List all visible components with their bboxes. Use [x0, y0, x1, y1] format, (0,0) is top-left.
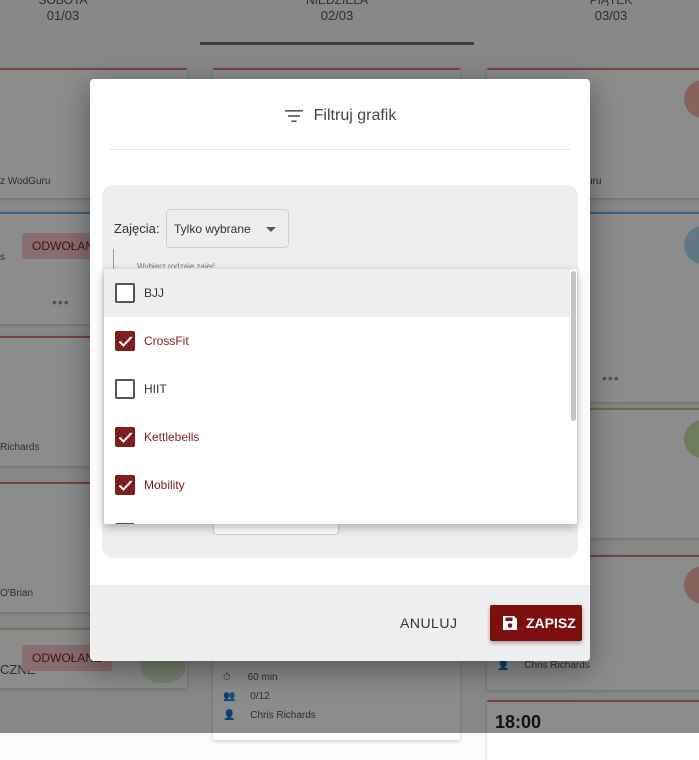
option-crossfit[interactable]: CrossFit	[104, 317, 570, 365]
classes-select-value: Tylko wybrane	[174, 222, 251, 236]
checkbox-checked-icon	[115, 427, 135, 447]
checkbox-icon	[115, 523, 135, 524]
title-divider	[110, 149, 570, 150]
cancel-button[interactable]: ANULUJ	[400, 615, 457, 631]
checkbox-icon	[115, 379, 135, 399]
option-label: BJJ	[144, 286, 165, 300]
dialog-title: Filtruj grafik	[90, 107, 590, 125]
field-indicator	[113, 249, 114, 269]
save-button-label: ZAPISZ	[526, 615, 576, 631]
option-bjj[interactable]: BJJ	[104, 269, 570, 317]
save-icon	[503, 616, 517, 630]
option-hiit[interactable]: HIIT	[104, 365, 570, 413]
save-button[interactable]: ZAPISZ	[490, 605, 582, 641]
option-kettlebells[interactable]: Kettlebells	[104, 413, 570, 461]
option-label: HIIT	[144, 382, 167, 396]
checkbox-checked-icon	[115, 475, 135, 495]
option-label: CrossFit	[144, 334, 189, 348]
option-partial[interactable]	[104, 509, 570, 524]
checkbox-checked-icon	[115, 331, 135, 351]
option-label: Mobility	[144, 478, 185, 492]
dialog-title-text: Filtruj grafik	[313, 107, 397, 124]
checkbox-icon	[115, 283, 135, 303]
filter-icon	[284, 110, 303, 122]
classes-select[interactable]: Tylko wybrane	[166, 209, 289, 248]
classes-label: Zajęcia:	[114, 221, 160, 236]
class-types-menu[interactable]: BJJ CrossFit HIIT Kettlebells Mobility	[104, 269, 577, 524]
option-mobility[interactable]: Mobility	[104, 461, 570, 509]
class-types-hint: Wybierz rodzaje zajęć	[137, 262, 216, 268]
dialog-footer: ANULUJ ZAPISZ	[90, 585, 590, 661]
dropdown-arrow-icon	[266, 227, 276, 232]
menu-scrollbar[interactable]	[571, 271, 576, 421]
option-label: Kettlebells	[144, 430, 200, 444]
